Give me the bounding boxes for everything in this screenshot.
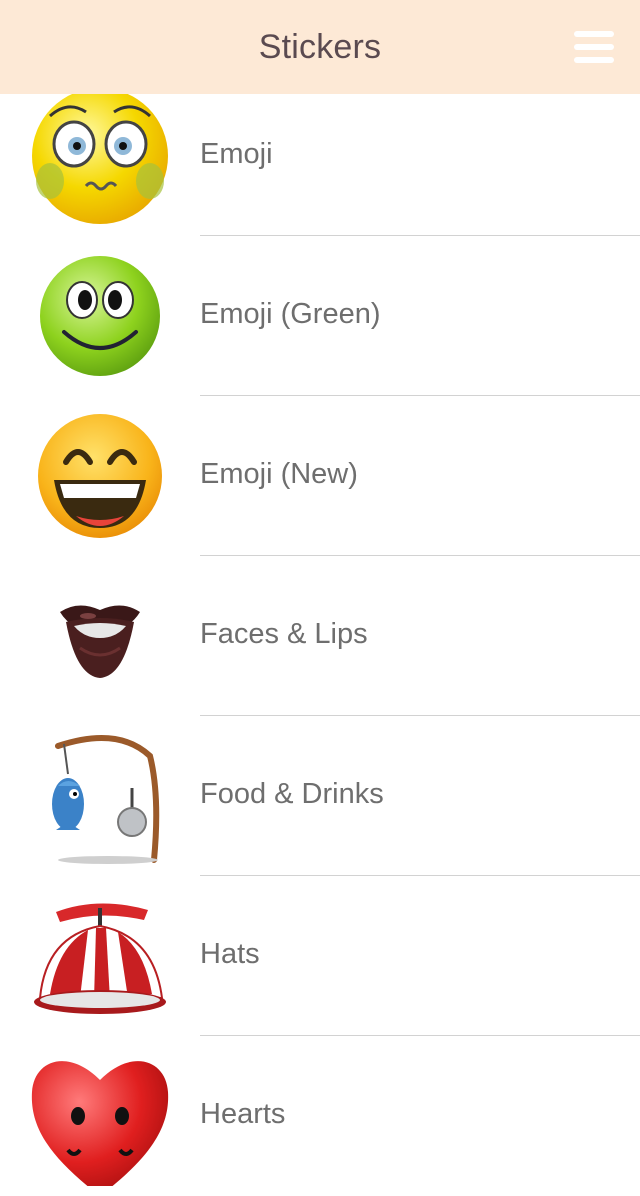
- category-row-emoji-green[interactable]: Emoji (Green): [0, 236, 640, 396]
- propeller-hat-icon: [28, 886, 172, 1026]
- category-row-hats[interactable]: Hats: [0, 876, 640, 1036]
- category-label: Emoji (New): [200, 458, 358, 490]
- grinning-smiley-icon: [28, 406, 172, 546]
- category-label: Food & Drinks: [200, 778, 384, 810]
- nervous-smiley-icon: [28, 86, 172, 226]
- category-label: Hearts: [200, 1098, 286, 1130]
- category-row-faces-lips[interactable]: Faces & Lips: [0, 556, 640, 716]
- category-row-food-drinks[interactable]: Food & Drinks: [0, 716, 640, 876]
- hamburger-menu-icon[interactable]: [574, 31, 614, 63]
- page-title: Stickers: [258, 28, 382, 66]
- nav-bar: Stickers: [0, 0, 640, 94]
- green-smiley-icon: [28, 246, 172, 386]
- sticker-category-list: Emoji Emoji (Green) Emoji (New) Faces & …: [0, 76, 640, 1196]
- heart-face-icon: [28, 1046, 172, 1186]
- lips-icon: [28, 566, 172, 706]
- category-label: Faces & Lips: [200, 618, 368, 650]
- category-label: Emoji: [200, 138, 273, 170]
- category-label: Hats: [200, 938, 260, 970]
- category-label: Emoji (Green): [200, 298, 381, 330]
- category-row-hearts[interactable]: Hearts: [0, 1036, 640, 1196]
- fishing-rod-icon: [28, 726, 172, 866]
- category-row-emoji[interactable]: Emoji: [0, 76, 640, 236]
- category-row-emoji-new[interactable]: Emoji (New): [0, 396, 640, 556]
